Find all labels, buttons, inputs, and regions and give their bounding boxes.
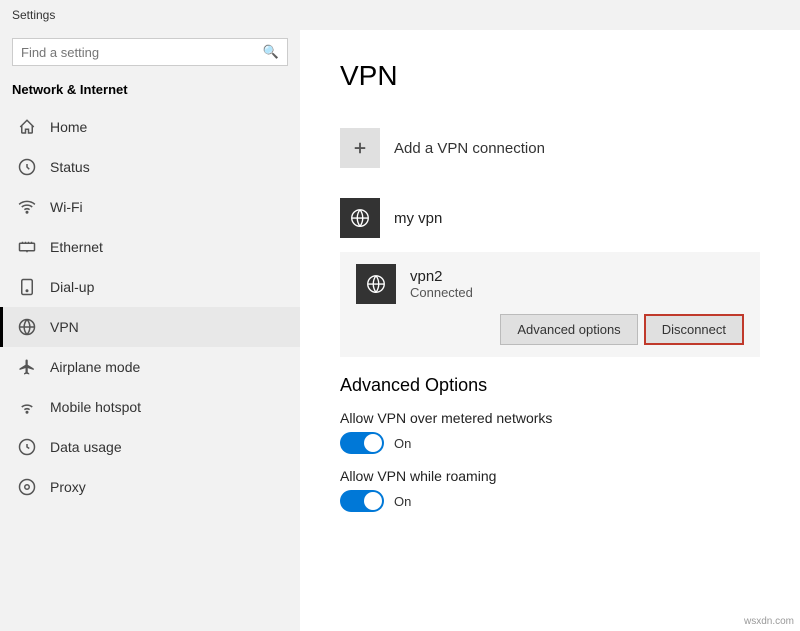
sidebar-item-home-label: Home	[50, 119, 87, 135]
sidebar-item-datausage-label: Data usage	[50, 439, 122, 455]
option-metered: Allow VPN over metered networks On	[340, 410, 760, 454]
datausage-icon	[16, 438, 38, 456]
vpn2-connected-row: vpn2 Connected Advanced options Disconne…	[340, 252, 760, 357]
vpn2-status: Connected	[410, 285, 473, 300]
sidebar-item-airplane[interactable]: Airplane mode	[0, 347, 300, 387]
ethernet-icon	[16, 238, 38, 256]
vpn-icon	[16, 318, 38, 336]
proxy-icon	[16, 478, 38, 496]
page-title: VPN	[340, 60, 760, 92]
option-metered-toggle[interactable]	[340, 432, 384, 454]
advanced-options-button[interactable]: Advanced options	[500, 314, 637, 345]
sidebar-item-hotspot-label: Mobile hotspot	[50, 399, 141, 415]
sidebar-item-datausage[interactable]: Data usage	[0, 427, 300, 467]
vpn2-actions: Advanced options Disconnect	[356, 304, 744, 357]
myvpn-icon	[340, 198, 380, 238]
advanced-options-title: Advanced Options	[340, 375, 760, 396]
sidebar-item-dialup[interactable]: Dial-up	[0, 267, 300, 307]
option-metered-on-label: On	[394, 436, 411, 451]
option-roaming-on-label: On	[394, 494, 411, 509]
vpn2-name: vpn2	[410, 268, 473, 285]
myvpn-name: my vpn	[394, 210, 442, 227]
sidebar-item-hotspot[interactable]: Mobile hotspot	[0, 387, 300, 427]
title-bar: Settings	[0, 0, 800, 30]
wifi-icon	[16, 198, 38, 216]
search-icon: 🔍	[263, 44, 279, 60]
sidebar-item-proxy-label: Proxy	[50, 479, 86, 495]
home-icon	[16, 118, 38, 136]
sidebar-item-proxy[interactable]: Proxy	[0, 467, 300, 507]
sidebar-item-ethernet-label: Ethernet	[50, 239, 103, 255]
hotspot-icon	[16, 398, 38, 416]
vpn2-info: vpn2 Connected	[410, 268, 473, 300]
sidebar-section-title: Network & Internet	[0, 82, 300, 107]
option-metered-toggle-row: On	[340, 432, 760, 454]
sidebar-item-airplane-label: Airplane mode	[50, 359, 140, 375]
option-roaming: Allow VPN while roaming On	[340, 468, 760, 512]
vpn-item-myvpn[interactable]: my vpn	[340, 186, 760, 250]
sidebar-item-status[interactable]: Status	[0, 147, 300, 187]
search-input[interactable]	[21, 45, 263, 60]
content-area: VPN Add a VPN connection my vpn	[300, 30, 800, 631]
vpn2-item[interactable]: vpn2 Connected	[356, 264, 744, 304]
add-vpn-label: Add a VPN connection	[394, 140, 545, 157]
main-layout: 🔍 Network & Internet Home Status Wi-Fi	[0, 30, 800, 631]
add-vpn-button[interactable]: Add a VPN connection	[340, 116, 760, 180]
option-roaming-toggle[interactable]	[340, 490, 384, 512]
sidebar-item-dialup-label: Dial-up	[50, 279, 94, 295]
sidebar-item-ethernet[interactable]: Ethernet	[0, 227, 300, 267]
sidebar: 🔍 Network & Internet Home Status Wi-Fi	[0, 30, 300, 631]
plus-icon	[340, 128, 380, 168]
option-roaming-toggle-row: On	[340, 490, 760, 512]
option-roaming-label: Allow VPN while roaming	[340, 468, 760, 484]
sidebar-item-vpn-label: VPN	[50, 319, 79, 335]
vpn2-icon	[356, 264, 396, 304]
status-icon	[16, 158, 38, 176]
title-bar-label: Settings	[12, 8, 55, 22]
sidebar-item-wifi[interactable]: Wi-Fi	[0, 187, 300, 227]
sidebar-item-status-label: Status	[50, 159, 90, 175]
airplane-icon	[16, 358, 38, 376]
sidebar-item-wifi-label: Wi-Fi	[50, 199, 83, 215]
sidebar-search-box[interactable]: 🔍	[12, 38, 288, 66]
sidebar-item-vpn[interactable]: VPN	[0, 307, 300, 347]
disconnect-button[interactable]: Disconnect	[644, 314, 744, 345]
option-metered-label: Allow VPN over metered networks	[340, 410, 760, 426]
watermark: wsxdn.com	[744, 616, 794, 627]
myvpn-info: my vpn	[394, 210, 442, 227]
sidebar-item-home[interactable]: Home	[0, 107, 300, 147]
dialup-icon	[16, 278, 38, 296]
